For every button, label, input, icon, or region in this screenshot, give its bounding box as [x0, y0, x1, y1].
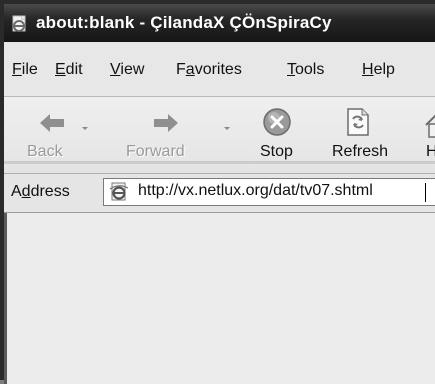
forward-label: Forward	[126, 143, 185, 160]
ie-page-icon	[109, 182, 129, 201]
window-title: about:blank - ÇilandaX ÇÖnSpiraCy	[36, 13, 332, 32]
menu-tools[interactable]: Tools	[287, 61, 324, 79]
page-content-area[interactable]	[4, 213, 435, 384]
menu-favorites[interactable]: Favorites	[176, 61, 242, 79]
text-caret	[425, 183, 426, 202]
refresh-label: Refresh	[332, 143, 389, 160]
menu-file[interactable]: File	[12, 61, 38, 79]
stop-icon	[263, 108, 291, 136]
forward-button[interactable]: Forward	[112, 97, 230, 173]
home-icon	[425, 114, 435, 138]
menu-bar: File Edit View Favorites Tools Help	[4, 42, 435, 97]
home-button[interactable]: H	[416, 97, 435, 173]
address-url: http://vx.netlux.org/dat/tv07.shtml	[138, 182, 373, 199]
address-input[interactable]: http://vx.netlux.org/dat/tv07.shtml	[103, 178, 435, 206]
title-bar[interactable]: about:blank - ÇilandaX ÇÖnSpiraCy	[4, 4, 435, 42]
menu-help[interactable]: Help	[362, 61, 395, 79]
address-label: Address	[11, 183, 70, 200]
stop-label: Stop	[260, 143, 293, 160]
stop-button[interactable]: Stop	[250, 97, 306, 173]
content-left-border	[4, 213, 7, 384]
browser-window: about:blank - ÇilandaX ÇÖnSpiraCy File E…	[0, 0, 435, 384]
menu-view[interactable]: View	[110, 61, 144, 79]
forward-arrow-icon	[154, 114, 178, 132]
back-dropdown-icon[interactable]	[82, 127, 88, 130]
forward-dropdown-icon[interactable]	[224, 127, 230, 130]
refresh-button[interactable]: Refresh	[322, 97, 398, 173]
ie-page-icon	[12, 15, 26, 32]
refresh-icon	[347, 108, 369, 136]
back-button[interactable]: Back	[8, 97, 88, 173]
back-label: Back	[27, 143, 63, 160]
menu-edit[interactable]: Edit	[55, 61, 83, 79]
home-label: H	[426, 143, 435, 160]
address-bar: Address http://vx.netlux.org/dat/tv07.sh…	[4, 174, 435, 213]
back-arrow-icon	[40, 114, 64, 132]
standard-toolbar: Back Forward Stop Refresh H	[4, 97, 435, 174]
